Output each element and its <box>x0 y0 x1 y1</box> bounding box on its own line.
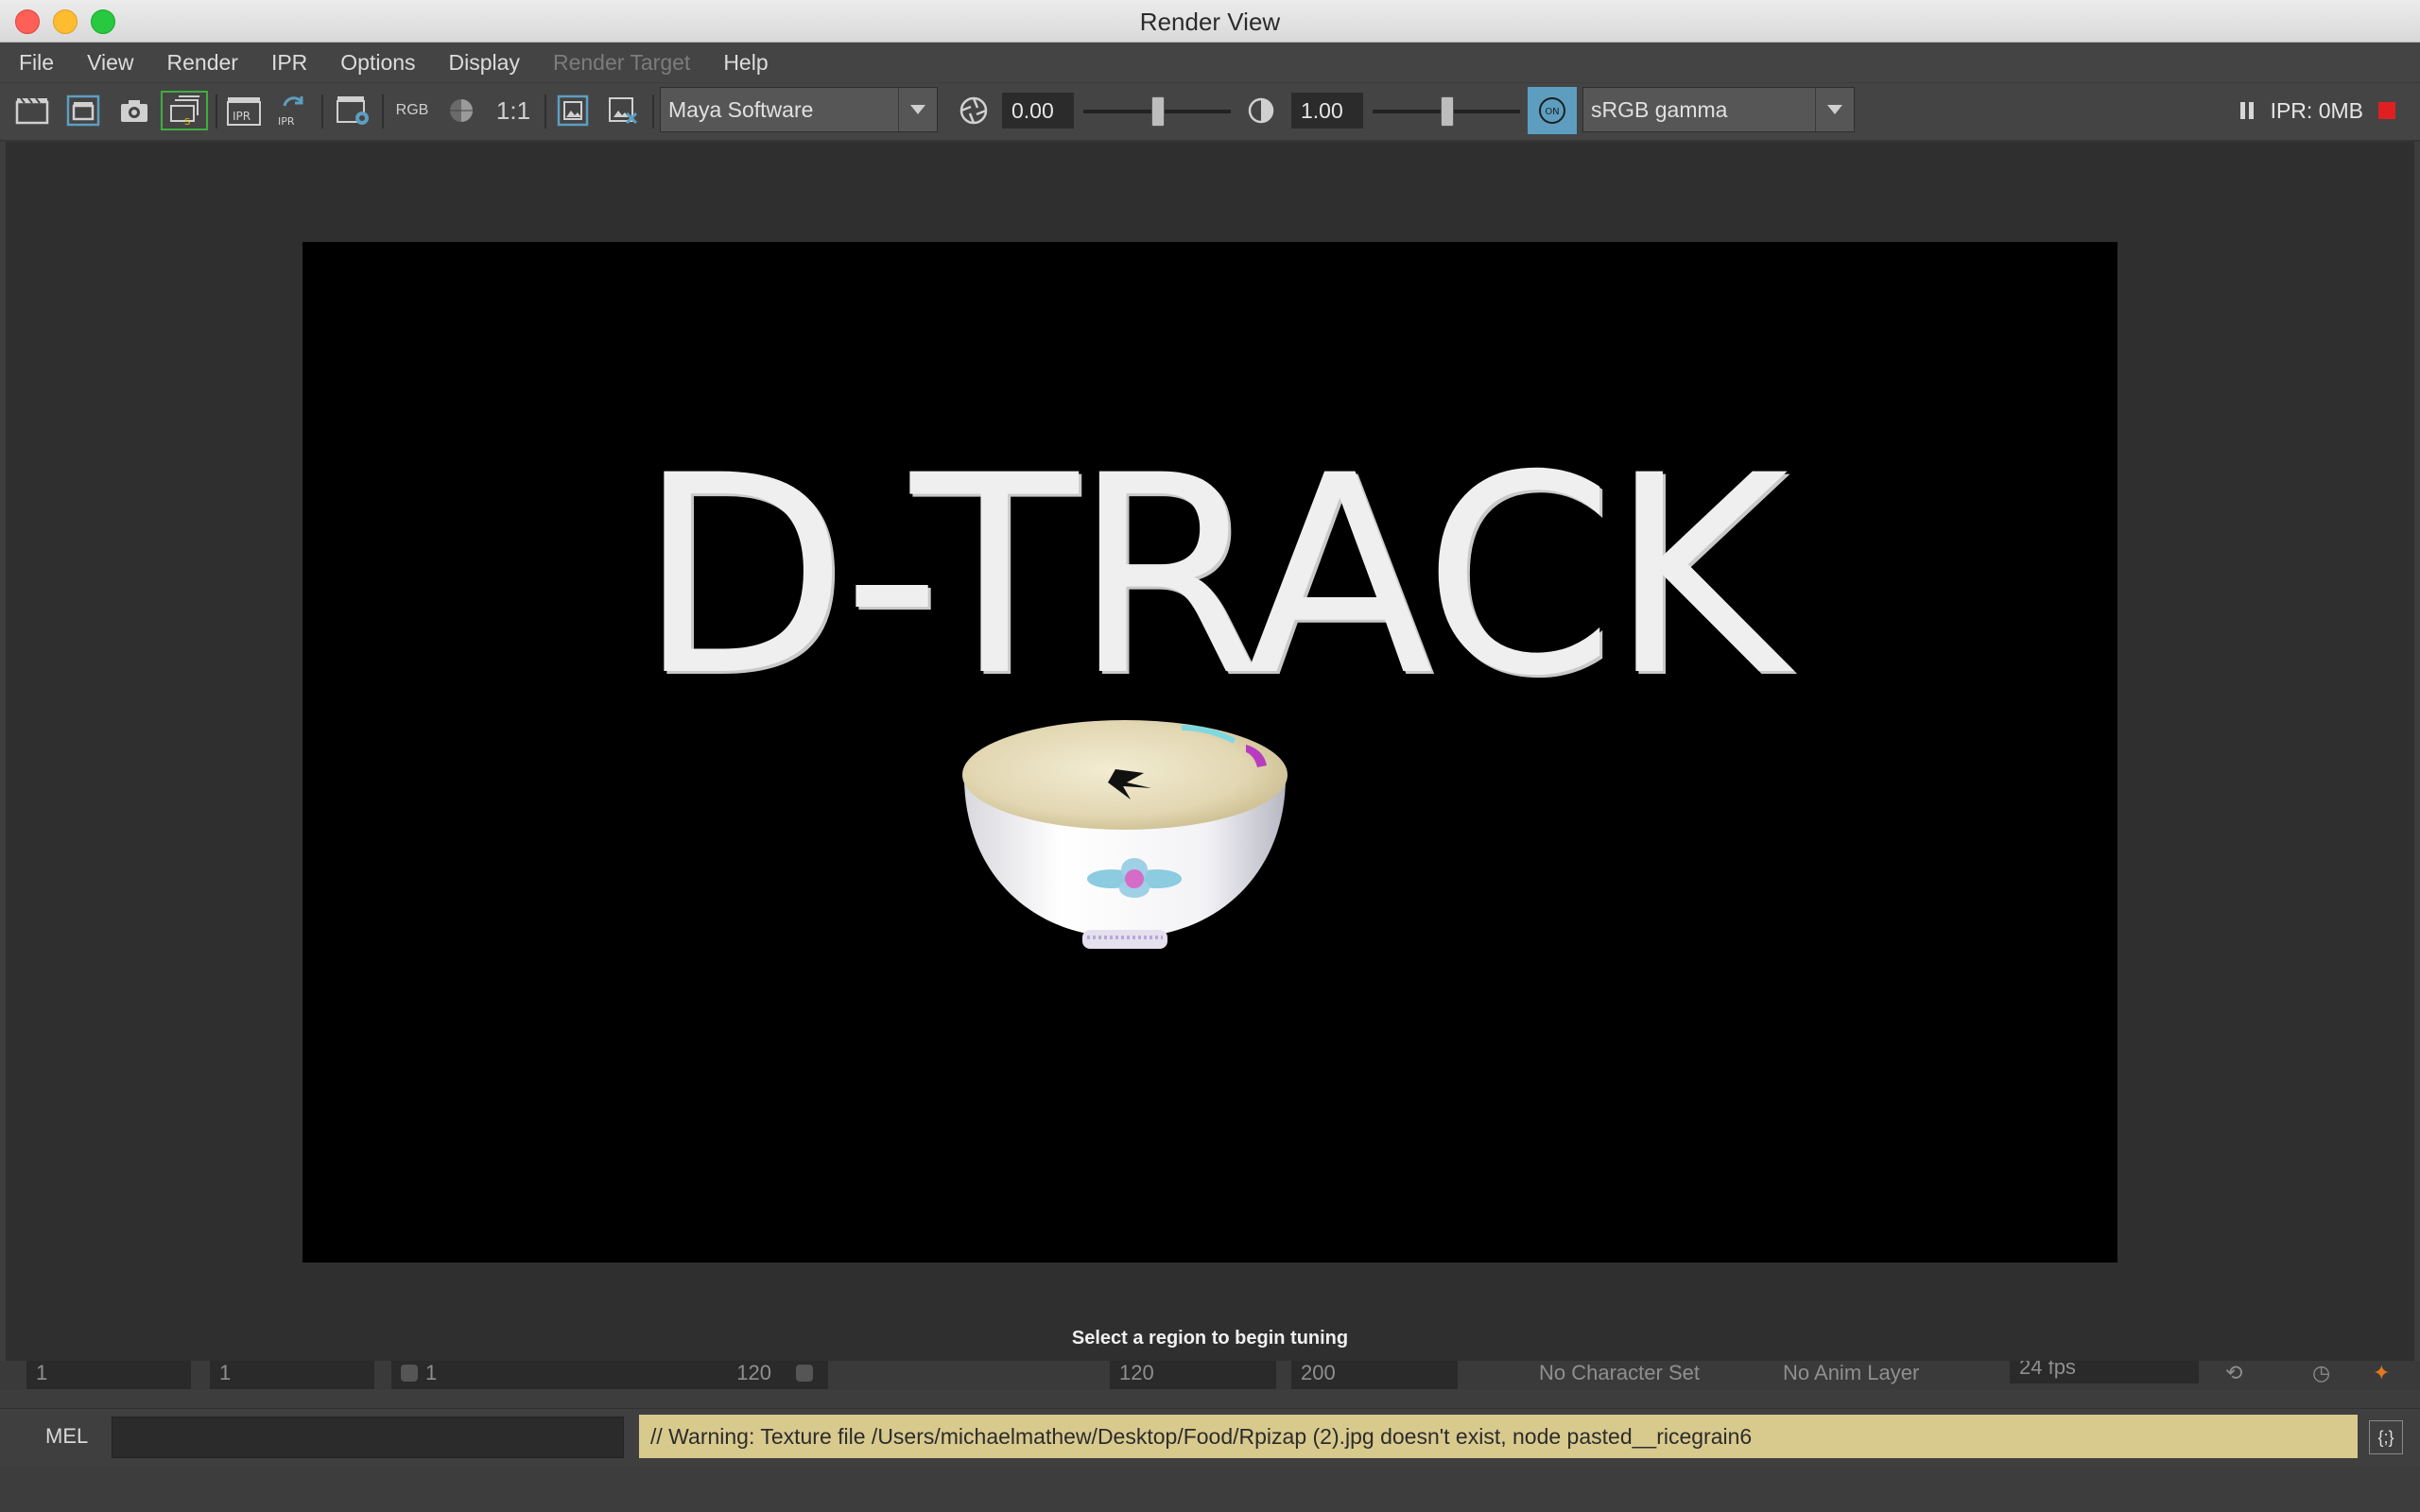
view-transform-value: sRGB gamma <box>1591 96 1728 122</box>
refresh-ipr-icon[interactable]: IPR <box>274 91 312 130</box>
svg-text:S: S <box>184 117 190 127</box>
real-size-button[interactable]: 1:1 <box>492 91 535 130</box>
menu-view[interactable]: View <box>68 50 147 76</box>
mel-command-input[interactable] <box>112 1417 624 1458</box>
range-start-value: 1 <box>425 1361 438 1384</box>
window-titlebar: Render View <box>0 0 2420 43</box>
menu-ipr[interactable]: IPR <box>252 50 321 76</box>
gamma-field[interactable]: 1.00 <box>1291 93 1363 129</box>
keep-image-icon[interactable] <box>554 91 592 130</box>
gamma-icon[interactable] <box>1242 91 1280 130</box>
status-message: Select a region to begin tuning <box>1071 1328 1349 1349</box>
command-result-warning: // Warning: Texture file /Users/michaelm… <box>639 1415 2358 1458</box>
current-frame-field[interactable]: 1 <box>210 1361 374 1389</box>
chevron-down-icon <box>898 88 937 131</box>
svg-text:IPR: IPR <box>278 115 295 128</box>
playback-end-field[interactable]: 120 <box>1110 1361 1276 1389</box>
loop-icon[interactable]: ⟲ <box>2225 1361 2242 1385</box>
time-range-slider: 1 1 1 120 120 200 No Character Set No An… <box>0 1361 2420 1389</box>
chevron-down-icon <box>1815 88 1854 131</box>
color-management-toggle[interactable]: ON <box>1528 87 1577 134</box>
stop-icon[interactable] <box>2373 91 2401 130</box>
anim-layer-menu[interactable]: No Anim Layer <box>1783 1361 1919 1385</box>
rice-bowl-render <box>962 720 1288 949</box>
exposure-slider-thumb[interactable] <box>1151 96 1165 127</box>
menu-help[interactable]: Help <box>704 50 782 76</box>
ipr-render-icon[interactable]: IPR <box>225 91 263 130</box>
renderer-dropdown[interactable]: Maya Software <box>660 87 938 132</box>
gamma-slider-thumb[interactable] <box>1441 96 1454 127</box>
character-set-menu[interactable]: No Character Set <box>1539 1361 1700 1385</box>
range-start-handle[interactable] <box>401 1365 418 1382</box>
view-transform-dropdown[interactable]: sRGB gamma <box>1582 87 1855 132</box>
render-settings-icon[interactable] <box>335 91 372 130</box>
render-viewport[interactable]: D-TRACK <box>6 142 2414 1361</box>
command-line: MEL // Warning: Texture file /Users/mich… <box>0 1408 2420 1466</box>
auto-key-icon[interactable]: ◷ <box>2312 1361 2330 1385</box>
range-end-handle[interactable] <box>796 1365 813 1382</box>
help-line <box>0 1467 2420 1512</box>
svg-text:IPR: IPR <box>233 110 251 123</box>
window-title: Render View <box>1139 8 1281 36</box>
render-toolbar: S IPR IPR RGB 1:1 Maya Software 0.00 1.0… <box>0 83 2420 142</box>
exposure-icon[interactable] <box>955 91 993 130</box>
ipr-memory-status: IPR: 0MB <box>2270 98 2363 123</box>
menu-render[interactable]: Render <box>148 50 252 76</box>
render-region-icon[interactable] <box>64 91 102 130</box>
menu-file[interactable]: File <box>0 50 68 76</box>
script-language-label[interactable]: MEL <box>45 1424 88 1449</box>
start-frame-field[interactable]: 1 <box>26 1361 191 1389</box>
rendered-text: D-TRACK <box>636 418 1789 736</box>
snapshot-icon[interactable] <box>117 91 151 130</box>
menu-options[interactable]: Options <box>321 50 429 76</box>
anim-end-field[interactable]: 200 <box>1291 1361 1458 1389</box>
fps-dropdown[interactable]: 24 fps <box>2010 1361 2199 1383</box>
anim-prefs-icon[interactable]: ✦ <box>2373 1361 2390 1385</box>
remove-image-icon[interactable] <box>605 91 643 130</box>
rgb-channels-button[interactable]: RGB <box>391 91 433 130</box>
menu-render-target: Render Target <box>552 49 691 75</box>
menu-bar: File View Render IPR Options Display Ren… <box>0 43 2420 82</box>
alpha-channel-icon[interactable] <box>442 91 480 130</box>
render-image[interactable]: D-TRACK <box>302 242 2118 1263</box>
exposure-field[interactable]: 0.00 <box>1002 93 1074 129</box>
range-end-value: 120 <box>736 1361 771 1384</box>
range-slider[interactable]: 1 120 <box>391 1361 828 1389</box>
pause-icon[interactable] <box>2233 91 2261 130</box>
color-management-label: ON <box>1545 107 1559 117</box>
renderer-value: Maya Software <box>668 96 814 122</box>
render-frame-icon[interactable] <box>13 91 51 130</box>
render-sequence-icon[interactable]: S <box>161 91 208 130</box>
menu-display[interactable]: Display <box>430 50 534 76</box>
script-editor-icon[interactable]: {;} <box>2369 1420 2403 1454</box>
